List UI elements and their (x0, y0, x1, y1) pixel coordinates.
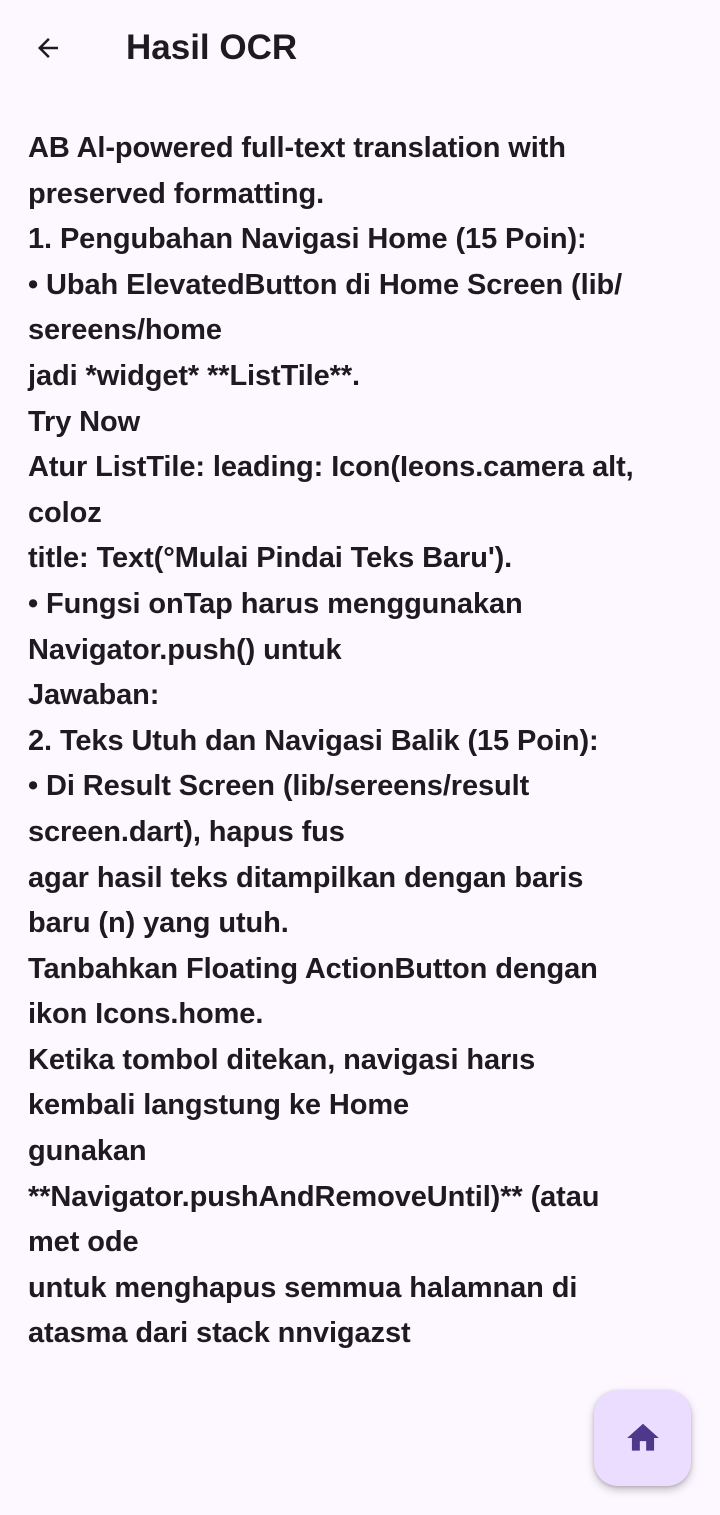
ocr-text-line: kembali langstung ke Home (28, 1089, 410, 1122)
ocr-text-line: screen.dart), hapus fus (28, 815, 345, 848)
page-title: Hasil OCR (126, 28, 298, 67)
ocr-text-line: coloz (28, 496, 102, 529)
ocr-text-line: Tanbahkan Floating ActionButton dengan (28, 952, 598, 985)
ocr-text-line: agar hasil teks ditampilkan dengan baris (28, 861, 584, 894)
ocr-text-line: Navigator.push() untuk (28, 633, 342, 666)
ocr-text-line: untuk menghapus semmua halamnan di (28, 1271, 578, 1304)
back-button[interactable] (26, 26, 70, 70)
ocr-text-line: 1. Pengubahan Navigasi Home (15 Poin): (28, 223, 587, 256)
arrow-back-icon (38, 38, 58, 58)
home-fab-button[interactable] (594, 1390, 691, 1486)
ocr-text-line: sereens/home (28, 314, 222, 347)
home-icon (626, 1423, 659, 1451)
ocr-text-line: Jawaban: (28, 679, 160, 712)
app-bar: Hasil OCR (0, 0, 720, 96)
ocr-text-line: • Ubah ElevatedButton di Home Screen (li… (28, 268, 623, 301)
ocr-text-line: • Fungsi onTap harus menggunakan (28, 587, 523, 620)
ocr-text-line: baru (n) yang utuh. (28, 907, 289, 940)
ocr-text-line: Try Now (28, 405, 141, 438)
ocr-text-line: met ode (28, 1226, 139, 1259)
ocr-text-line: preserved formatting. (28, 177, 325, 210)
ocr-text-line: **Navigator.pushAndRemoveUntil)** (atau (28, 1180, 600, 1213)
ocr-text-line: Atur ListTile: leading: Icon(Ieons.camer… (28, 451, 634, 484)
ocr-text-line: 2. Teks Utuh dan Navigasi Balik (15 Poin… (28, 724, 599, 757)
ocr-text-line: • Di Result Screen (lib/sereens/result (28, 770, 530, 803)
ocr-text-line: AB Al-powered full-text translation with (28, 132, 566, 164)
ocr-result-text: AB Al-powered full-text translation with… (28, 126, 690, 1357)
ocr-text-line: ikon Icons.home. (28, 998, 264, 1031)
ocr-text-line: title: Text(°Mulai Pindai Teks Baru'). (28, 542, 513, 575)
ocr-text-line: gunakan (28, 1135, 147, 1168)
ocr-text-line: atasma dari stack nnvigazst (28, 1317, 411, 1350)
ocr-text-line: jadi *widget* **ListTile**. (28, 359, 360, 392)
ocr-text-line: Ketika tombol ditekan, navigasi harıs (28, 1043, 536, 1076)
